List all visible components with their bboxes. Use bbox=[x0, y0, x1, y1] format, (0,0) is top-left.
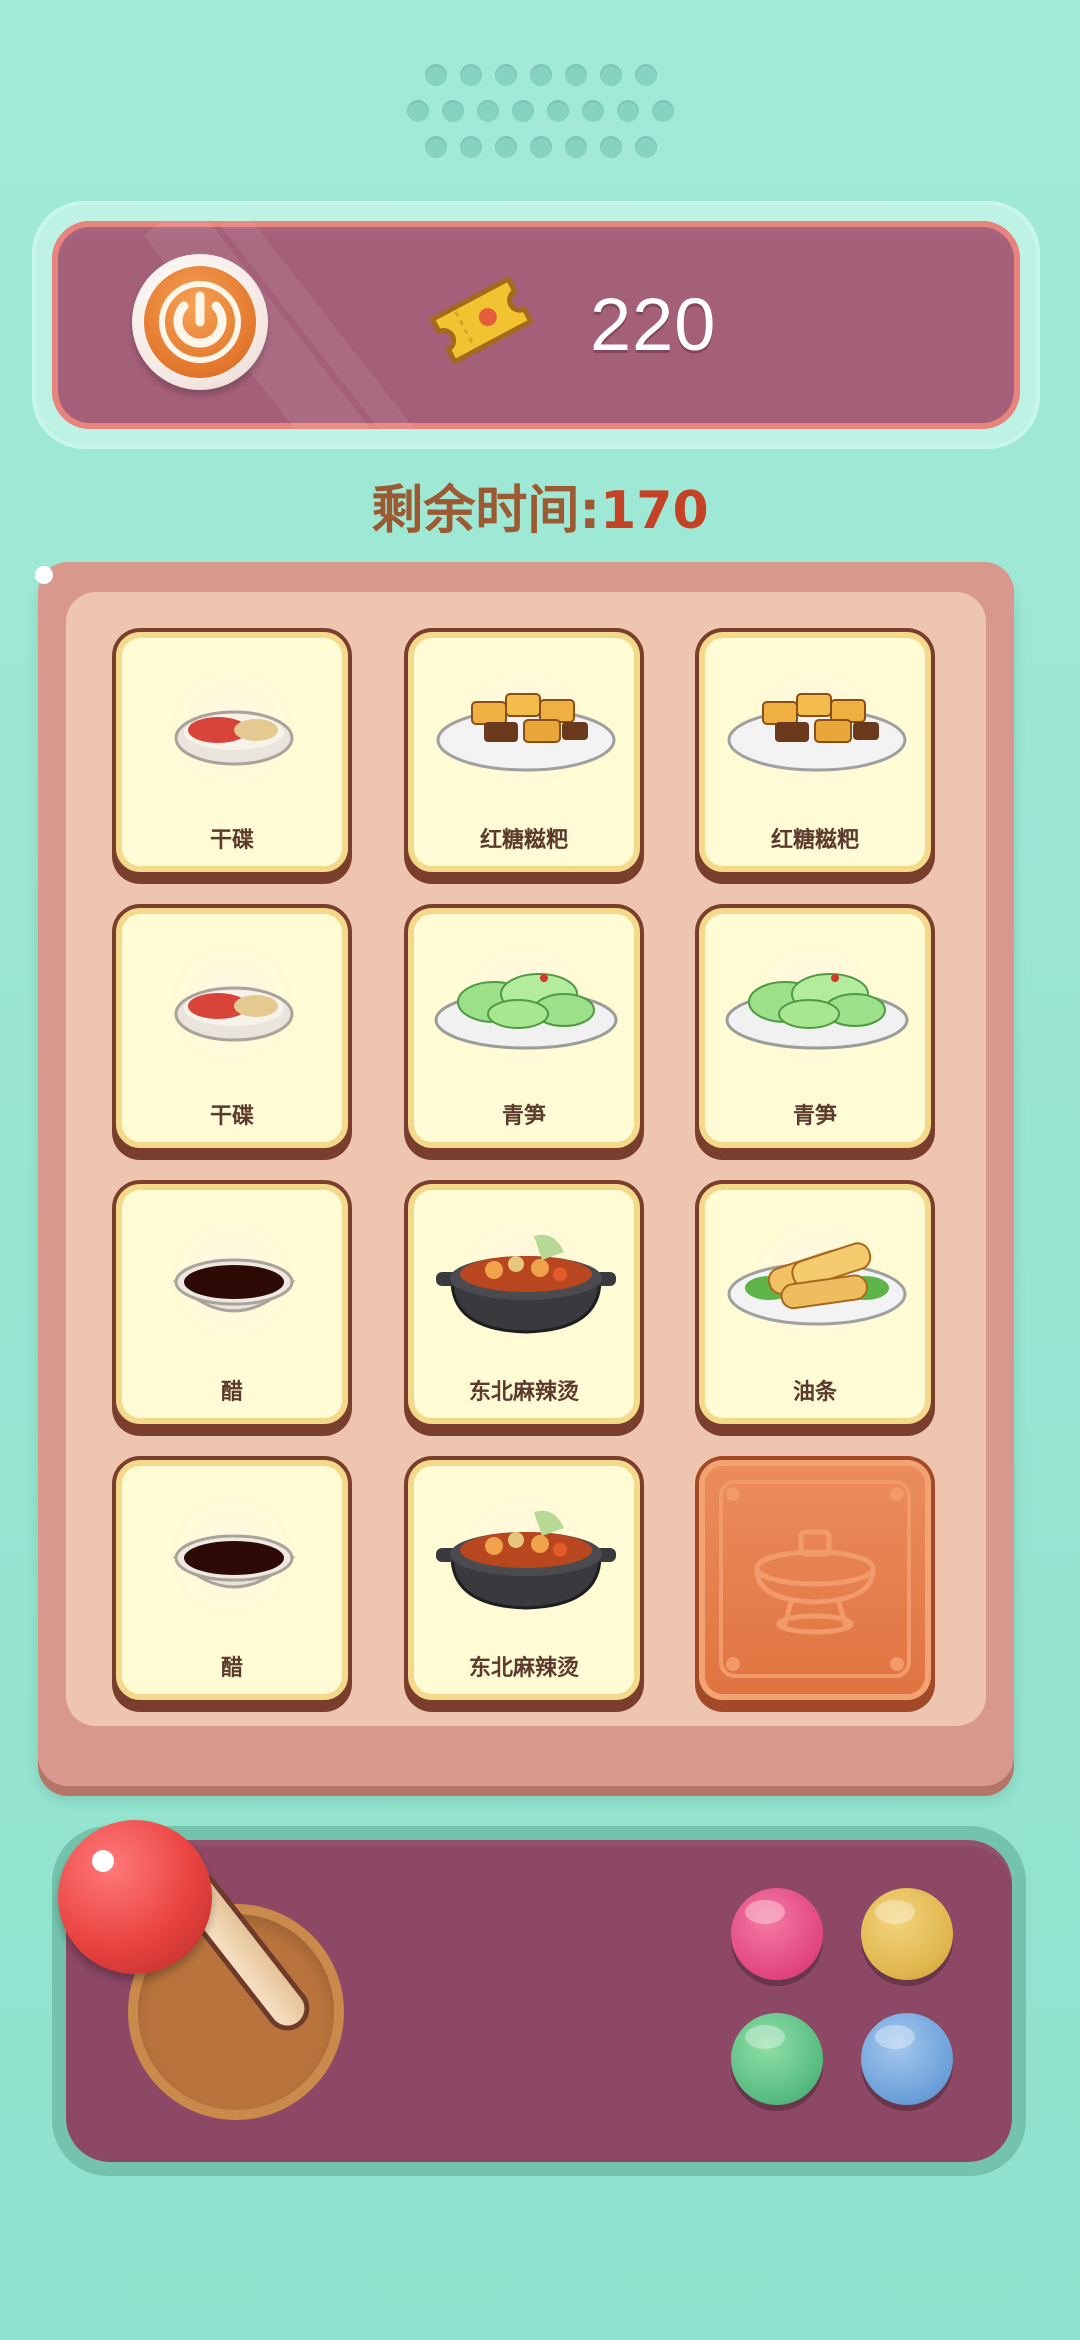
malatang-pot-icon bbox=[436, 1510, 616, 1610]
yellow-button[interactable] bbox=[861, 1888, 953, 1980]
card-label: 红糖糍粑 bbox=[770, 828, 859, 853]
vinegar-dish-icon bbox=[172, 1258, 296, 1313]
ciba-plate-icon bbox=[436, 693, 616, 772]
pink-button[interactable] bbox=[731, 1888, 823, 1980]
coin-score: 220 bbox=[590, 283, 717, 366]
food-card[interactable]: 红糖糍粑 bbox=[699, 632, 931, 872]
face-down-card[interactable] bbox=[699, 1460, 931, 1700]
card-label: 东北麻辣烫 bbox=[468, 1380, 579, 1405]
card-label: 干碟 bbox=[209, 828, 254, 853]
ticket-icon bbox=[429, 276, 534, 365]
food-card[interactable]: 醋 bbox=[116, 1184, 348, 1424]
board-corner-dot bbox=[35, 566, 53, 584]
card-label: 东北麻辣烫 bbox=[468, 1656, 579, 1681]
card-label: 红糖糍粑 bbox=[479, 828, 568, 853]
food-card[interactable]: 红糖糍粑 bbox=[408, 632, 640, 872]
time-remaining-colon: : bbox=[579, 481, 601, 541]
power-button[interactable] bbox=[132, 254, 268, 390]
green-button[interactable] bbox=[731, 2013, 823, 2105]
food-card[interactable]: 东北麻辣烫 bbox=[408, 1460, 640, 1700]
youtiao-plate-icon bbox=[727, 1242, 907, 1326]
time-remaining: 剩余时间:170 bbox=[0, 468, 1080, 543]
vinegar-dish-icon bbox=[172, 1534, 296, 1589]
card-label: 青笋 bbox=[792, 1104, 837, 1129]
hotpot-emblem-icon bbox=[719, 1480, 911, 1678]
ciba-plate-icon bbox=[727, 693, 907, 772]
time-remaining-label: 剩余时间 bbox=[371, 481, 580, 541]
card-label: 青笋 bbox=[501, 1104, 546, 1129]
food-card[interactable]: 青笋 bbox=[408, 908, 640, 1148]
lettuce-stem-plate-icon bbox=[725, 973, 909, 1050]
lettuce-stem-plate-icon bbox=[434, 973, 618, 1050]
blue-button[interactable] bbox=[861, 2013, 953, 2105]
speaker-grille bbox=[0, 60, 1080, 170]
food-card[interactable]: 醋 bbox=[116, 1460, 348, 1700]
food-card[interactable]: 东北麻辣烫 bbox=[408, 1184, 640, 1424]
food-card[interactable]: 油条 bbox=[699, 1184, 931, 1424]
malatang-pot-icon bbox=[436, 1234, 616, 1334]
card-label: 醋 bbox=[220, 1656, 243, 1681]
dry-dip-dish-icon bbox=[174, 710, 294, 766]
joystick-knob[interactable] bbox=[58, 1820, 212, 1974]
dry-dip-dish-icon bbox=[174, 986, 294, 1042]
food-card[interactable]: 干碟 bbox=[116, 632, 348, 872]
food-card[interactable]: 青笋 bbox=[699, 908, 931, 1148]
power-icon bbox=[159, 281, 241, 363]
card-label: 干碟 bbox=[209, 1104, 254, 1129]
time-remaining-value: 170 bbox=[600, 481, 709, 541]
card-label: 醋 bbox=[220, 1380, 243, 1405]
card-label: 油条 bbox=[792, 1380, 837, 1405]
food-card[interactable]: 干碟 bbox=[116, 908, 348, 1148]
